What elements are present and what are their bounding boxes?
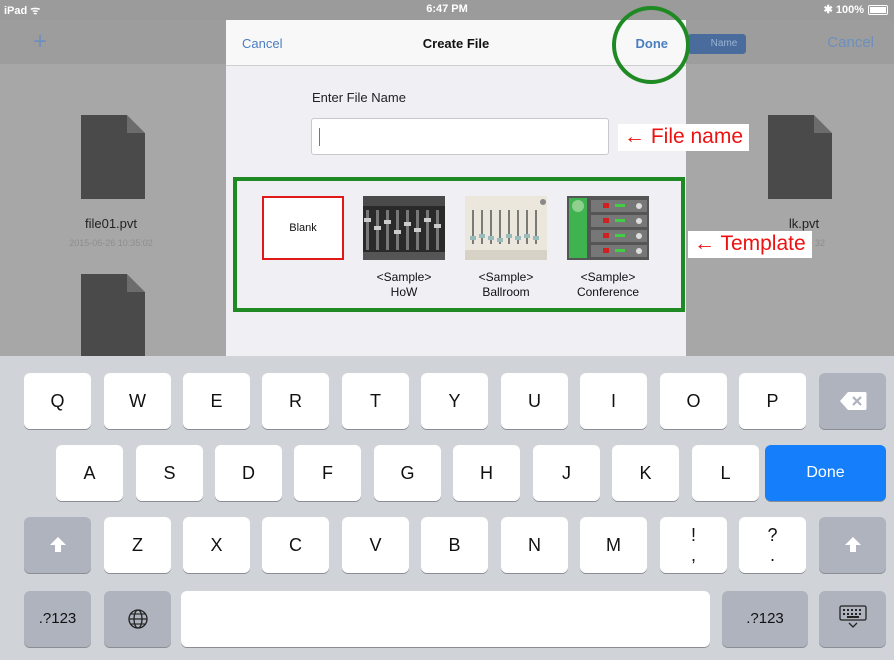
file-document-icon[interactable] bbox=[768, 115, 832, 199]
hide-keyboard-key[interactable] bbox=[819, 591, 886, 647]
file-name-label: Enter File Name bbox=[312, 90, 406, 105]
key-exclaim-comma[interactable]: ! , bbox=[660, 517, 727, 573]
backspace-icon bbox=[839, 392, 866, 410]
file-name-field[interactable] bbox=[311, 118, 609, 155]
shift-key-right[interactable] bbox=[819, 517, 886, 573]
key-w[interactable]: W bbox=[104, 373, 171, 429]
status-bar: iPad ᯤ 6:47 PM ✱ 100% bbox=[0, 0, 894, 20]
file-name: file01.pvt bbox=[84, 216, 138, 231]
done-highlight-circle bbox=[612, 6, 690, 84]
file-date: 2015-06-26 10:35:02 bbox=[69, 238, 153, 248]
clock: 6:47 PM bbox=[426, 3, 468, 15]
sort-segment-name[interactable]: Name bbox=[703, 35, 745, 53]
file-document-icon[interactable] bbox=[81, 274, 145, 358]
key-u[interactable]: U bbox=[501, 373, 568, 429]
file-name: lk.pvt bbox=[788, 216, 820, 231]
battery-icon bbox=[868, 5, 888, 15]
keyboard-done-key[interactable]: Done bbox=[765, 445, 886, 501]
numbers-key-right[interactable]: .?123 bbox=[722, 591, 808, 647]
key-question-period[interactable]: ? . bbox=[739, 517, 806, 573]
sort-segment-left[interactable] bbox=[689, 35, 703, 53]
globe-key[interactable] bbox=[104, 591, 171, 647]
key-b[interactable]: B bbox=[421, 517, 488, 573]
space-key[interactable] bbox=[181, 591, 710, 647]
battery-percent: ✱ 100% bbox=[823, 4, 864, 16]
delete-key[interactable] bbox=[819, 373, 886, 429]
key-o[interactable]: O bbox=[660, 373, 727, 429]
shift-key[interactable] bbox=[24, 517, 91, 573]
key-question-period-label: ? . bbox=[767, 525, 778, 565]
key-g[interactable]: G bbox=[374, 445, 441, 501]
key-s[interactable]: S bbox=[136, 445, 203, 501]
key-r[interactable]: R bbox=[262, 373, 329, 429]
key-c[interactable]: C bbox=[262, 517, 329, 573]
template-highlight-frame bbox=[233, 177, 685, 312]
key-a[interactable]: A bbox=[56, 445, 123, 501]
text-caret bbox=[319, 128, 320, 146]
shift-arrow-icon bbox=[49, 537, 66, 552]
key-v[interactable]: V bbox=[342, 517, 409, 573]
key-n[interactable]: N bbox=[501, 517, 568, 573]
key-h[interactable]: H bbox=[453, 445, 520, 501]
key-t[interactable]: T bbox=[342, 373, 409, 429]
file-document-icon[interactable] bbox=[81, 115, 145, 199]
template-annotation: ← Template bbox=[688, 231, 812, 258]
key-p[interactable]: P bbox=[739, 373, 806, 429]
key-z[interactable]: Z bbox=[104, 517, 171, 573]
file-name-annotation: ← File name bbox=[618, 124, 750, 151]
shift-arrow-icon bbox=[844, 537, 861, 552]
add-icon[interactable]: + bbox=[33, 28, 47, 56]
globe-icon bbox=[127, 609, 148, 629]
key-x[interactable]: X bbox=[183, 517, 250, 573]
key-q[interactable]: Q bbox=[24, 373, 91, 429]
key-f[interactable]: F bbox=[294, 445, 361, 501]
key-k[interactable]: K bbox=[612, 445, 679, 501]
file-name-input[interactable] bbox=[312, 119, 608, 154]
numbers-key[interactable]: .?123 bbox=[24, 591, 91, 647]
background-cancel-button[interactable]: Cancel bbox=[827, 34, 874, 51]
key-d[interactable]: D bbox=[215, 445, 282, 501]
key-m[interactable]: M bbox=[580, 517, 647, 573]
key-e[interactable]: E bbox=[183, 373, 250, 429]
key-j[interactable]: J bbox=[533, 445, 600, 501]
key-exclaim-comma-label: ! , bbox=[690, 525, 696, 565]
key-i[interactable]: I bbox=[580, 373, 647, 429]
sort-segmented-control[interactable]: Name bbox=[688, 34, 746, 54]
onscreen-keyboard: Q W E R T Y U I O P A S D F G H J K L Do… bbox=[0, 356, 894, 660]
key-l[interactable]: L bbox=[692, 445, 759, 501]
hide-keyboard-icon bbox=[838, 605, 867, 628]
key-y[interactable]: Y bbox=[421, 373, 488, 429]
